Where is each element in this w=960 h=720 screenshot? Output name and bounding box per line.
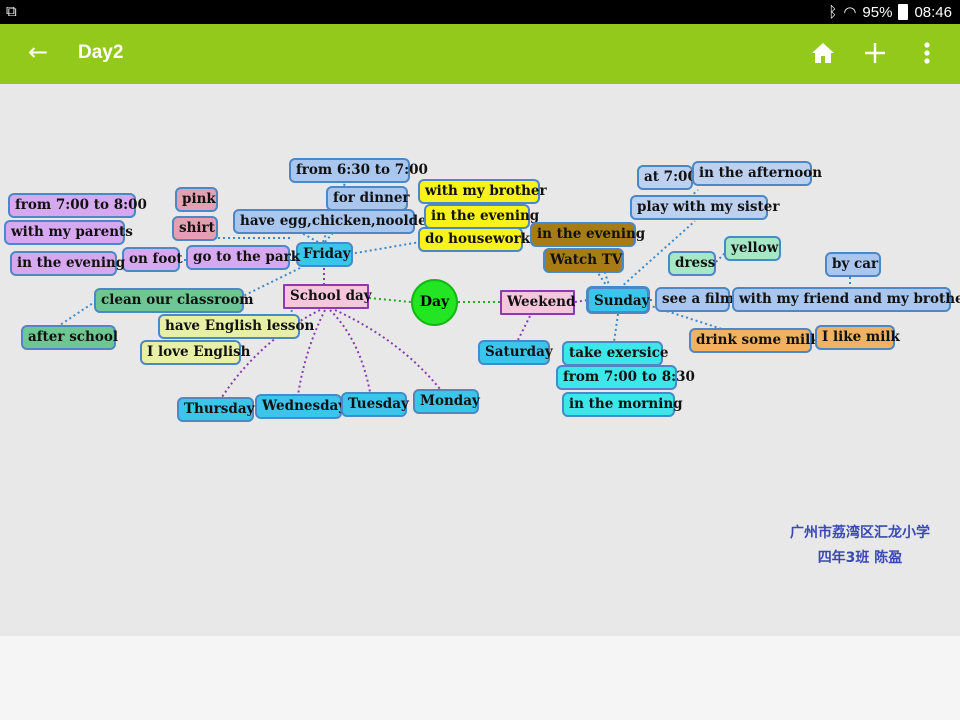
node-sunday[interactable]: Sunday — [586, 286, 650, 314]
node-pink[interactable]: pink — [175, 187, 218, 212]
node-after-school[interactable]: after school — [21, 325, 118, 350]
node-tuesday[interactable]: Tuesday — [341, 392, 409, 417]
node-with-parents[interactable]: with my parents — [4, 220, 133, 245]
node-from-630[interactable]: from 6:30 to 7:00 — [289, 158, 428, 183]
node-for-dinner[interactable]: for dinner — [326, 186, 410, 211]
node-wednesday[interactable]: Wednesday — [255, 394, 346, 419]
node-thursday[interactable]: Thursday — [177, 397, 254, 422]
node-with-friend[interactable]: with my friend and my brother — [732, 287, 960, 312]
notification-icon: ⧉ — [6, 3, 17, 20]
node-english-lesson[interactable]: have English lesson — [158, 314, 314, 339]
node-clean-classroom[interactable]: clean our classroom — [94, 288, 254, 313]
node-watch-tv[interactable]: Watch TV — [543, 248, 624, 273]
node-play-sister[interactable]: play with my sister — [630, 195, 779, 220]
node-monday[interactable]: Monday — [413, 389, 480, 414]
node-yellow[interactable]: yellow — [724, 236, 781, 261]
node-from-700[interactable]: from 7:00 to 8:00 — [8, 193, 147, 218]
bluetooth-icon: ᛒ — [828, 3, 838, 21]
back-arrow-icon[interactable]: ← — [28, 38, 48, 66]
battery-percent: 95% — [862, 3, 893, 21]
signature-line2: 四年3班 陈盈 — [817, 550, 903, 566]
more-icon[interactable] — [912, 36, 942, 70]
page-title: Day2 — [78, 42, 124, 63]
node-have-egg[interactable]: have egg,chicken,nooldes — [233, 209, 434, 234]
node-shirt[interactable]: shirt — [172, 216, 218, 241]
node-like-milk[interactable]: I like milk — [815, 325, 900, 350]
node-from-700-830[interactable]: from 7:00 to 8:30 — [556, 365, 695, 390]
node-go-park[interactable]: go to the park — [186, 245, 300, 270]
node-at-700[interactable]: at 7:00 — [637, 165, 697, 190]
add-icon[interactable] — [860, 36, 890, 70]
node-in-morning[interactable]: in the morning — [562, 392, 683, 417]
clock: 08:46 — [914, 3, 952, 21]
signature-line1: 广州市荔湾区汇龙小学 — [790, 525, 930, 541]
node-see-film[interactable]: see a film — [655, 287, 734, 312]
node-on-foot[interactable]: on foot — [122, 247, 183, 272]
node-in-evening-lilac[interactable]: in the evening — [10, 251, 125, 276]
node-by-car[interactable]: by car — [825, 252, 881, 277]
home-icon[interactable] — [808, 36, 838, 70]
node-in-evening-yellow[interactable]: in the evening — [424, 204, 539, 229]
node-with-brother[interactable]: with my brother — [418, 179, 547, 204]
node-do-housework[interactable]: do housework — [418, 227, 530, 252]
node-saturday[interactable]: Saturday — [478, 340, 553, 365]
wifi-icon: ◠ — [843, 4, 857, 21]
node-dress[interactable]: dress — [668, 251, 716, 276]
app-bar: ← Day2 — [0, 24, 960, 84]
node-friday[interactable]: Friday — [296, 242, 353, 267]
status-bar: ⧉ ᛒ ◠ 95% 08:46 — [0, 0, 960, 24]
node-drink-milk[interactable]: drink some milk — [689, 328, 820, 353]
node-weekend[interactable]: Weekend — [500, 290, 575, 315]
node-love-english[interactable]: I love English — [140, 340, 251, 365]
node-in-evening-brown[interactable]: in the evening — [530, 222, 645, 247]
node-take-exersice[interactable]: take exersice — [562, 341, 669, 366]
node-school-day[interactable]: School day — [283, 284, 372, 309]
battery-icon — [898, 4, 909, 20]
node-afternoon[interactable]: in the afternoon — [692, 161, 822, 186]
root-node-day[interactable]: Day — [411, 279, 458, 326]
